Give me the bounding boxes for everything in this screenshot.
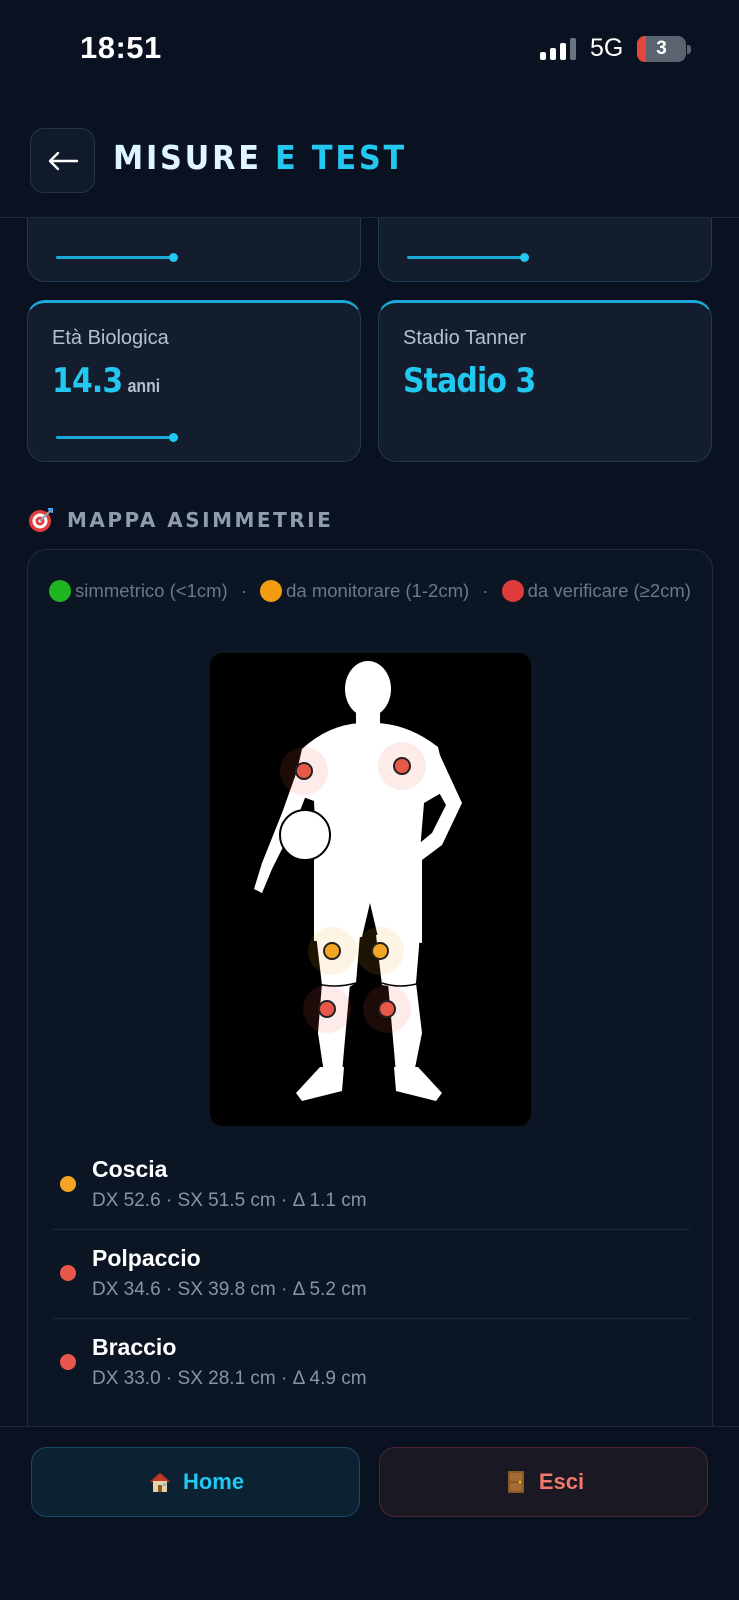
- metric-label: Età Biologica: [52, 327, 169, 349]
- progress-bar: [56, 433, 178, 442]
- metric-value: 14.3 anni: [52, 361, 161, 401]
- legend-dot-orange: [260, 580, 283, 602]
- legend-label: simmetrico (<1cm): [75, 580, 228, 601]
- page-title: MISURE E TEST: [113, 138, 407, 177]
- asymmetry-map-card: simmetrico (<1cm) · da monitorare (1-2cm…: [27, 549, 713, 1426]
- point-polpaccio-dx[interactable]: [318, 1000, 336, 1018]
- content-scroll[interactable]: Età Biologica 14.3 anni Stadio Tanner Sta…: [0, 218, 739, 1426]
- battery-level: 3: [656, 38, 667, 59]
- exit-button[interactable]: Esci: [379, 1447, 708, 1517]
- list-item-polpaccio[interactable]: Polpaccio DX 34.6 · SX 39.8 cm · Δ 5.2 c…: [52, 1231, 690, 1319]
- measure-detail: DX 52.6 · SX 51.5 cm · Δ 1.1 cm: [92, 1190, 367, 1211]
- target-icon: [29, 508, 53, 532]
- measure-name: Braccio: [92, 1334, 177, 1360]
- divider: [52, 1318, 690, 1319]
- home-label: Home: [182, 1469, 245, 1494]
- metric-label: Stadio Tanner: [403, 327, 527, 349]
- legend: simmetrico (<1cm) · da monitorare (1-2cm…: [48, 576, 692, 605]
- measure-name: Coscia: [92, 1156, 168, 1182]
- point-polpaccio-sx[interactable]: [378, 1000, 396, 1018]
- status-bar: 18:51 5G 3: [0, 0, 739, 100]
- status-dot: [60, 1354, 76, 1370]
- divider: [52, 1229, 690, 1230]
- status-dot: [60, 1265, 76, 1281]
- metric-value: Stadio 3: [403, 361, 536, 401]
- section-title: MAPPA ASIMMETRIE: [67, 508, 334, 532]
- page-header: MISURE E TEST: [0, 100, 739, 218]
- back-button[interactable]: [30, 128, 95, 193]
- legend-label: da monitorare (1-2cm): [286, 580, 470, 601]
- door-icon: [507, 1471, 524, 1493]
- network-type: 5G: [590, 34, 624, 62]
- point-braccio-dx[interactable]: [295, 762, 313, 780]
- point-coscia-dx[interactable]: [323, 942, 341, 960]
- metric-card-biological-age: Età Biologica 14.3 anni: [27, 300, 361, 462]
- title-part2: E TEST: [275, 138, 407, 177]
- point-coscia-sx[interactable]: [371, 942, 389, 960]
- body-figure: [210, 653, 531, 1126]
- measure-detail: DX 33.0 · SX 28.1 cm · Δ 4.9 cm: [92, 1368, 367, 1389]
- clock: 18:51: [80, 30, 162, 65]
- metric-card-tanner-stage: Stadio Tanner Stadio 3: [378, 300, 712, 462]
- list-item-coscia[interactable]: Coscia DX 52.6 · SX 51.5 cm · Δ 1.1 cm: [52, 1142, 690, 1230]
- progress-bar: [56, 253, 178, 262]
- metric-card-top-left: [27, 218, 361, 282]
- exit-label: Esci: [538, 1469, 585, 1494]
- metric-unit: anni: [127, 376, 161, 396]
- progress-bar: [407, 253, 529, 262]
- bottom-bar: Home Esci: [0, 1426, 739, 1600]
- legend-dot-green: [49, 580, 72, 602]
- measure-name: Polpaccio: [92, 1245, 201, 1271]
- section-heading-asymmetry: MAPPA ASIMMETRIE: [27, 506, 333, 534]
- battery-tip: [687, 45, 691, 54]
- arrow-left-icon: [48, 151, 78, 170]
- title-part1: MISURE: [113, 138, 262, 177]
- legend-dot-red: [501, 580, 524, 602]
- point-braccio-sx[interactable]: [393, 757, 411, 775]
- legend-label: da verificare (≥2cm): [527, 580, 691, 601]
- battery-icon: 3: [637, 36, 686, 62]
- house-icon: [149, 1472, 171, 1492]
- metric-card-top-right: [378, 218, 712, 282]
- home-button[interactable]: Home: [31, 1447, 360, 1517]
- signal-icon: [540, 38, 578, 60]
- player-silhouette: [254, 661, 462, 1101]
- status-dot: [60, 1176, 76, 1192]
- list-item-braccio[interactable]: Braccio DX 33.0 · SX 28.1 cm · Δ 4.9 cm: [52, 1320, 690, 1408]
- measure-detail: DX 34.6 · SX 39.8 cm · Δ 5.2 cm: [92, 1279, 367, 1300]
